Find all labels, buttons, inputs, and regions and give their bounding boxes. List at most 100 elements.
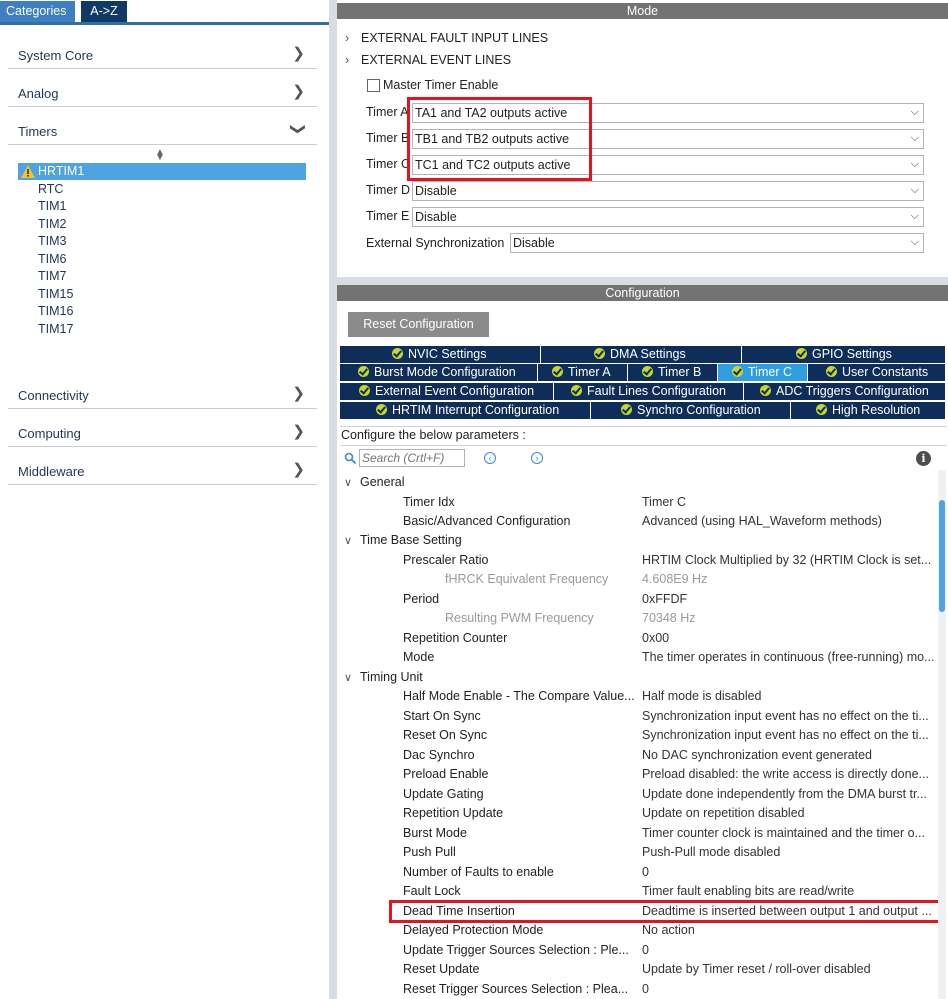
param-name[interactable]: Timer Idx	[403, 495, 455, 509]
param-value[interactable]: Deadtime is inserted between output 1 an…	[642, 904, 932, 918]
param-name[interactable]: Repetition Update	[403, 806, 503, 820]
group-timing-unit[interactable]: ∨ Timing Unit	[344, 670, 423, 684]
param-name[interactable]: Preload Enable	[403, 767, 488, 781]
category-computing[interactable]: Computing ❯	[8, 410, 317, 447]
param-name[interactable]: Burst Mode	[403, 826, 467, 840]
param-name[interactable]: Basic/Advanced Configuration	[403, 514, 570, 528]
timer-c-select[interactable]: TC1 and TC2 outputs active ⌵	[412, 155, 924, 175]
master-timer-checkbox[interactable]	[367, 79, 380, 92]
section-splitter[interactable]	[337, 277, 948, 285]
timer-e-select[interactable]: Disable ⌵	[412, 207, 924, 227]
param-value[interactable]: Push-Pull mode disabled	[642, 845, 780, 859]
timer-a-select[interactable]: TA1 and TA2 outputs active ⌵	[412, 103, 924, 123]
param-name[interactable]: Reset On Sync	[403, 728, 487, 742]
timer-d-select[interactable]: Disable ⌵	[412, 181, 924, 201]
tree-item-tim15[interactable]: TIM15	[38, 286, 73, 303]
param-name[interactable]: Period	[403, 592, 439, 606]
param-value[interactable]: Update by Timer reset / roll-over disabl…	[642, 962, 871, 976]
category-connectivity[interactable]: Connectivity ❯	[8, 372, 317, 409]
param-value[interactable]: No DAC synchronization event generated	[642, 748, 872, 762]
param-value[interactable]: 0x00	[642, 631, 669, 645]
external-sync-select[interactable]: Disable ⌵	[510, 233, 924, 253]
tab-nvic-settings[interactable]: NVIC Settings	[340, 346, 541, 363]
param-value[interactable]: Synchronization input event has no effec…	[642, 709, 929, 723]
expand-external-event-lines[interactable]: › EXTERNAL EVENT LINES	[345, 53, 511, 67]
check-circle-icon	[642, 366, 653, 377]
chevron-down-icon: ⌵	[910, 132, 919, 144]
info-icon[interactable]: i	[916, 451, 931, 466]
timer-b-select[interactable]: TB1 and TB2 outputs active ⌵	[412, 129, 924, 149]
tree-item-tim2[interactable]: TIM2	[38, 216, 66, 233]
tab-gpio-settings[interactable]: GPIO Settings	[742, 346, 946, 363]
tab-categories[interactable]: Categories	[0, 1, 75, 22]
param-name[interactable]: Half Mode Enable - The Compare Value...	[403, 689, 635, 703]
param-name[interactable]: Reset Update	[403, 962, 479, 976]
chevron-right-icon: ❯	[292, 83, 305, 100]
tree-item-rtc[interactable]: RTC	[38, 181, 63, 198]
tree-item-tim6[interactable]: TIM6	[38, 251, 66, 268]
tab-high-resolution[interactable]: High Resolution	[791, 402, 946, 419]
check-circle-icon	[594, 348, 605, 359]
param-value[interactable]: Preload disabled: the write access is di…	[642, 767, 929, 781]
param-name[interactable]: Push Pull	[403, 845, 456, 859]
expand-external-fault-input-lines[interactable]: › EXTERNAL FAULT INPUT LINES	[345, 31, 548, 45]
param-name[interactable]: Start On Sync	[403, 709, 481, 723]
category-analog[interactable]: Analog ❯	[8, 70, 317, 107]
tree-item-tim17[interactable]: TIM17	[38, 321, 73, 338]
group-general[interactable]: ∨ General	[344, 475, 404, 489]
param-name[interactable]: Reset Trigger Sources Selection : Plea..…	[403, 982, 628, 996]
group-time-base-setting[interactable]: ∨ Time Base Setting	[344, 533, 462, 547]
param-value[interactable]: Timer counter clock is maintained and th…	[642, 826, 925, 840]
tab-synchro-configuration[interactable]: Synchro Configuration	[591, 402, 791, 419]
param-name[interactable]: Number of Faults to enable	[403, 865, 554, 879]
category-timers[interactable]: Timers ❯	[8, 108, 317, 145]
param-value[interactable]: 0	[642, 982, 649, 996]
param-value[interactable]: Advanced (using HAL_Waveform methods)	[642, 514, 882, 528]
param-value[interactable]: The timer operates in continuous (free-r…	[642, 650, 935, 664]
tab-external-event-configuration[interactable]: External Event Configuration	[340, 383, 554, 400]
param-name[interactable]: Update Trigger Sources Selection : Ple..…	[403, 943, 629, 957]
param-name[interactable]: Repetition Counter	[403, 631, 507, 645]
tab-timer-c[interactable]: Timer C	[718, 364, 808, 381]
tab-fault-lines-configuration[interactable]: Fault Lines Configuration	[554, 383, 744, 400]
reset-configuration-button[interactable]: Reset Configuration	[348, 312, 489, 337]
panel-splitter[interactable]	[329, 0, 337, 999]
param-value[interactable]: Update done independently from the DMA b…	[642, 787, 927, 801]
tab-dma-settings[interactable]: DMA Settings	[541, 346, 742, 363]
tree-item-tim16[interactable]: TIM16	[38, 303, 73, 320]
tab-timer-a[interactable]: Timer A	[538, 364, 628, 381]
tree-item-hrtim1[interactable]: HRTIM1	[18, 163, 306, 180]
search-previous-icon[interactable]: ‹	[484, 452, 496, 464]
tree-item-tim3[interactable]: TIM3	[38, 233, 66, 250]
param-value[interactable]: 0	[642, 865, 649, 879]
param-value[interactable]: Update on repetition disabled	[642, 806, 805, 820]
param-value[interactable]: Timer fault enabling bits are read/write	[642, 884, 854, 898]
tab-burst-mode-configuration[interactable]: Burst Mode Configuration	[340, 364, 538, 381]
tree-item-tim1[interactable]: TIM1	[38, 198, 66, 215]
param-name[interactable]: Prescaler Ratio	[403, 553, 488, 567]
tab-adc-triggers-configuration[interactable]: ADC Triggers Configuration	[744, 383, 946, 400]
param-value[interactable]: 0	[642, 943, 649, 957]
param-name[interactable]: Update Gating	[403, 787, 484, 801]
param-name[interactable]: Fault Lock	[403, 884, 461, 898]
search-input[interactable]	[359, 449, 465, 467]
param-name[interactable]: Dac Synchro	[403, 748, 475, 762]
param-value[interactable]: No action	[642, 923, 695, 937]
category-middleware[interactable]: Middleware ❯	[8, 448, 317, 485]
search-next-icon[interactable]: ›	[531, 452, 543, 464]
scrollbar-thumb[interactable]	[939, 500, 945, 612]
tab-timer-b[interactable]: Timer B	[628, 364, 718, 381]
param-value[interactable]: HRTIM Clock Multiplied by 32 (HRTIM Cloc…	[642, 553, 931, 567]
category-system-core[interactable]: System Core ❯	[8, 32, 317, 69]
tab-user-constants[interactable]: User Constants	[808, 364, 946, 381]
param-name[interactable]: Dead Time Insertion	[403, 904, 515, 918]
param-value[interactable]: Synchronization input event has no effec…	[642, 728, 929, 742]
tab-hrtim-interrupt-configuration[interactable]: HRTIM Interrupt Configuration	[340, 402, 591, 419]
param-value[interactable]: Half mode is disabled	[642, 689, 762, 703]
tab-a-to-z[interactable]: A->Z	[81, 1, 127, 22]
tree-item-tim7[interactable]: TIM7	[38, 268, 66, 285]
param-name[interactable]: Mode	[403, 650, 434, 664]
param-name[interactable]: Delayed Protection Mode	[403, 923, 543, 937]
param-value[interactable]: 0xFFDF	[642, 592, 687, 606]
param-value[interactable]: Timer C	[642, 495, 686, 509]
